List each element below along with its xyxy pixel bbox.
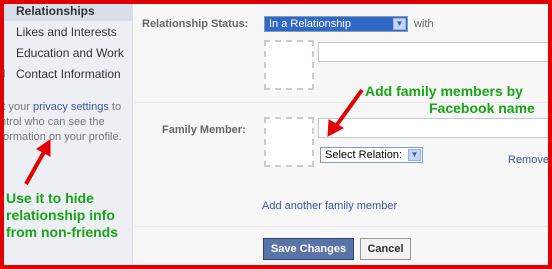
- privacy-arrow-icon: [24, 139, 51, 185]
- annotation-arrows: [24, 88, 364, 185]
- family-arrow-icon: [327, 88, 364, 137]
